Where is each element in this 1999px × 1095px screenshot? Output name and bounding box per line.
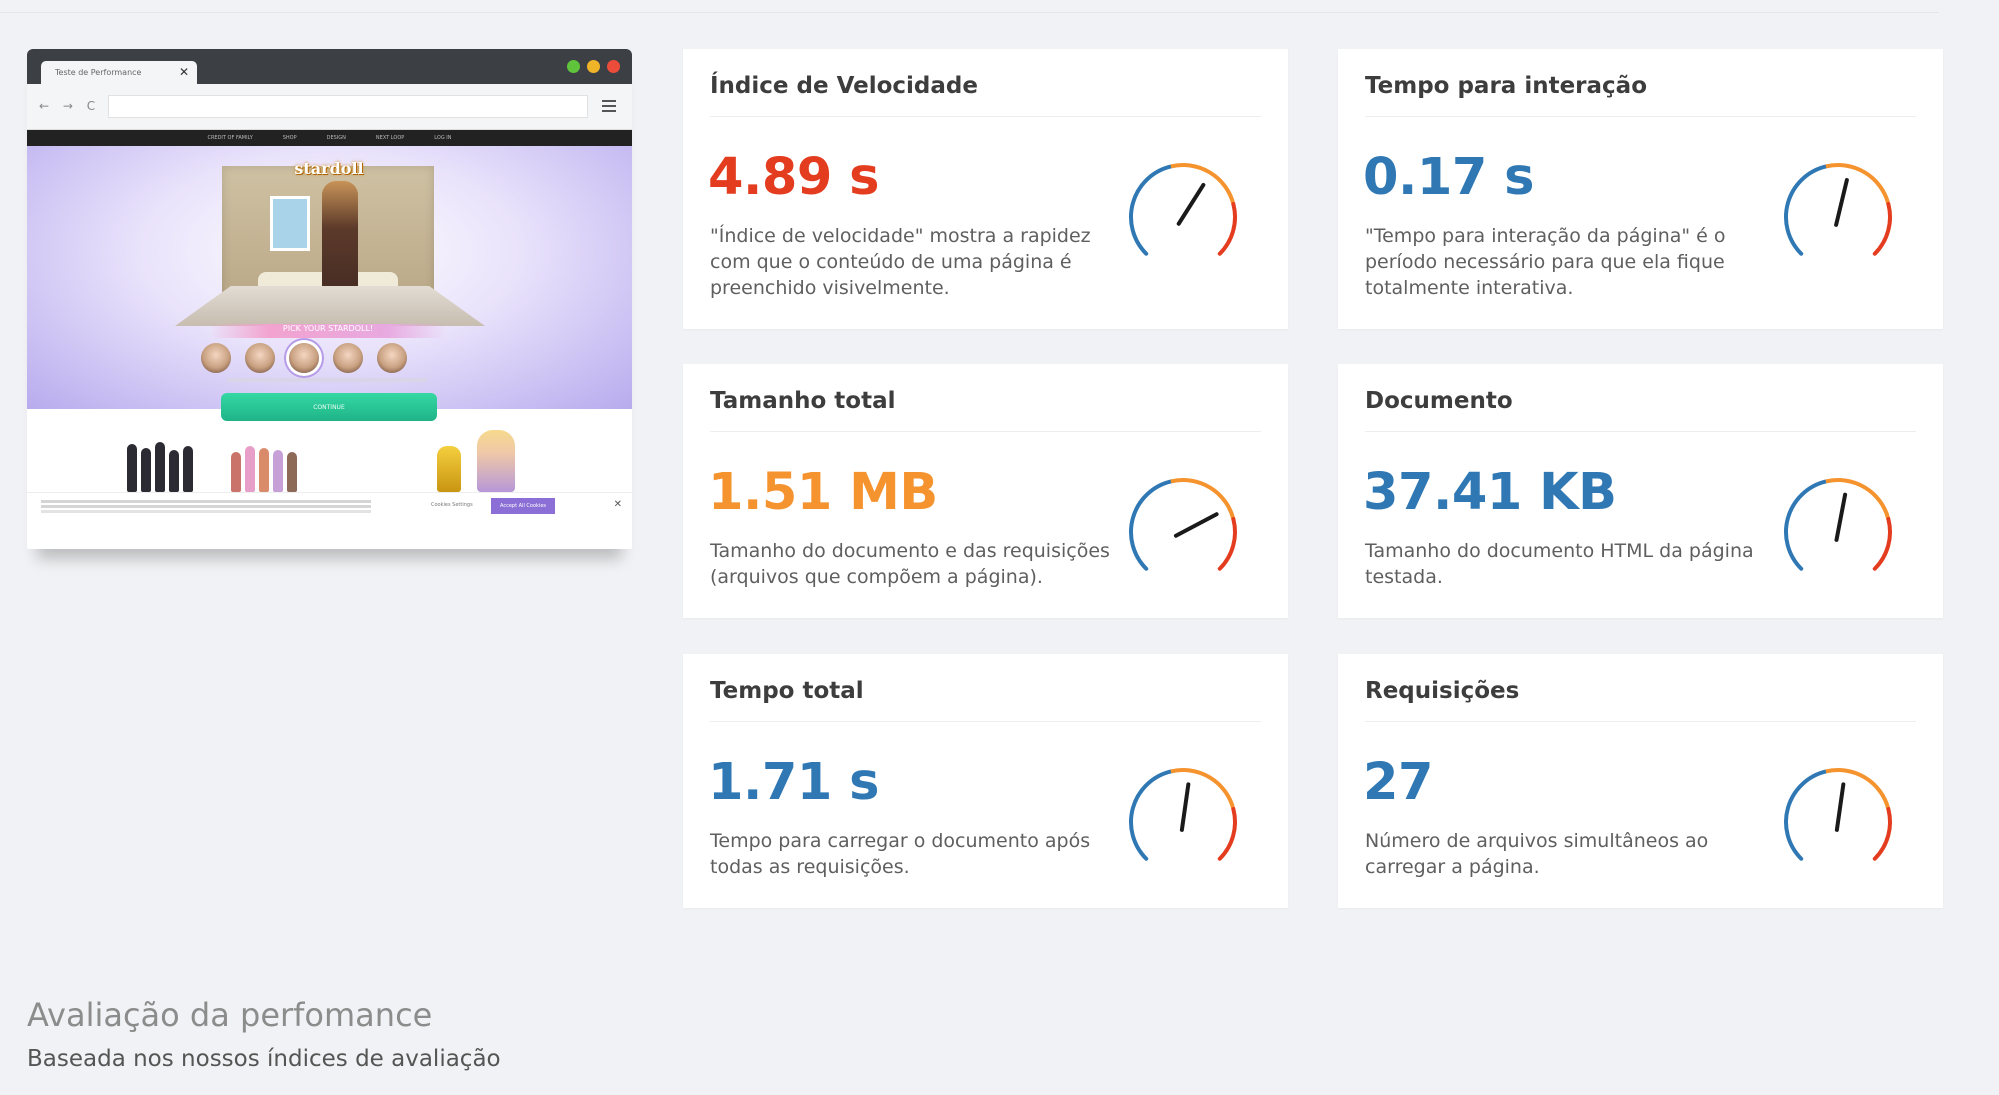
card-title: Tempo para interação [1365,73,1647,99]
cookie-banner: Cookies Settings Accept All Cookies ✕ [27,492,632,520]
browser-tab: Teste de Performance ✕ [41,61,197,84]
address-bar [108,95,588,118]
card-divider [1365,431,1916,432]
metric-card-total-time: Tempo total 1.71 s Tempo para carregar o… [683,654,1288,908]
metric-description: Tamanho do documento e das requisições (… [710,540,1110,588]
browser-toolbar: ← → C [27,84,632,130]
avatar [245,343,275,373]
gauge-svg [1129,768,1237,861]
minimize-dot-icon [587,60,600,73]
avatar-picker [201,343,407,373]
hero-caption [227,378,427,382]
room-window-image [270,196,310,251]
metric-description: "Tempo para interação da página" é o per… [1365,225,1726,299]
gauge-icon [1778,766,1898,866]
gauge-svg [1784,478,1892,571]
card-title: Índice de Velocidade [710,73,978,99]
card-title: Requisições [1365,678,1520,704]
metric-card-speed-index: Índice de Velocidade 4.89 s "Índice de v… [683,49,1288,329]
site-nav-item: LOG IN [434,135,452,141]
gauge-icon [1123,476,1243,576]
card-title: Documento [1365,388,1513,414]
section-subtitle: Baseada nos nossos índices de avaliação [27,1046,501,1072]
trophy-image [437,446,461,492]
gauge-icon [1123,766,1243,866]
card-divider [710,431,1261,432]
continue-button: CONTINUE [221,393,437,421]
metric-value: 1.51 MB [708,463,938,522]
site-hero: stardoll PICK YOUR STARDOLL! CONTINUE [27,146,632,421]
metric-description: "Índice de velocidade" mostra a rapidez … [710,225,1091,299]
top-divider [0,12,1939,13]
window-controls [567,60,620,73]
metric-value: 27 [1363,753,1433,812]
cookie-settings-link: Cookies Settings [431,502,473,508]
metric-value: 37.41 KB [1363,463,1617,522]
card-title: Tamanho total [710,388,896,414]
metric-description: Tempo para carregar o documento após tod… [710,830,1091,878]
gauge-icon [1778,476,1898,576]
close-dot-icon [607,60,620,73]
card-title: Tempo total [710,678,864,704]
metric-value: 4.89 s [708,148,879,207]
gauge-svg [1784,768,1892,861]
hamburger-menu-icon [602,100,616,115]
metric-description: Tamanho do documento HTML da página test… [1365,540,1754,588]
card-divider [710,116,1261,117]
browser-tab-label: Teste de Performance [55,68,142,77]
site-nav-item: SHOP [282,135,297,141]
gauge-icon [1123,161,1243,261]
avatar [377,343,407,373]
gauge-svg [1129,478,1237,571]
accept-cookies-button: Accept All Cookies [491,498,555,514]
browser-nav-icons: ← → C [39,99,101,113]
gauge-svg [1129,163,1237,256]
browser-titlebar: Teste de Performance ✕ [27,49,632,84]
metric-card-document: Documento 37.41 KB Tamanho do documento … [1338,364,1943,618]
metric-card-time-to-interactive: Tempo para interação 0.17 s "Tempo para … [1338,49,1943,329]
site-nav-bar: CREDIT OF FAMILY SHOP DESIGN NEXT LOOP L… [27,130,632,146]
metric-description: Número de arquivos simultâneos ao carreg… [1365,830,1709,878]
section-title: Avaliação da perfomance [27,996,433,1034]
close-icon: ✕ [178,65,189,79]
site-content: CREDIT OF FAMILY SHOP DESIGN NEXT LOOP L… [27,130,632,549]
stardoll-logo: stardoll [294,159,364,178]
metric-value: 0.17 s [1363,148,1534,207]
site-screenshot-preview: Teste de Performance ✕ ← → C CREDIT OF F… [27,49,632,549]
metric-value: 1.71 s [708,753,879,812]
blonde-doll-image [477,430,515,492]
avatar-selected [289,343,319,373]
avatar [333,343,363,373]
card-divider [710,721,1261,722]
browser-mockup: Teste de Performance ✕ ← → C CREDIT OF F… [27,49,632,549]
card-divider [1365,116,1916,117]
pick-banner: PICK YOUR STARDOLL! [210,324,446,338]
gauge-icon [1778,161,1898,261]
maximize-dot-icon [567,60,580,73]
site-nav-item: NEXT LOOP [375,135,405,141]
avatar [201,343,231,373]
metric-card-total-size: Tamanho total 1.51 MB Tamanho do documen… [683,364,1288,618]
site-nav-item: DESIGN [326,135,346,141]
cookie-text [41,500,371,503]
doll-lineup-image [127,442,297,492]
site-nav-item: CREDIT OF FAMILY [207,135,253,141]
close-icon: ✕ [613,499,622,510]
gauge-svg [1784,163,1892,256]
card-divider [1365,721,1916,722]
metric-card-requests: Requisições 27 Número de arquivos simult… [1338,654,1943,908]
